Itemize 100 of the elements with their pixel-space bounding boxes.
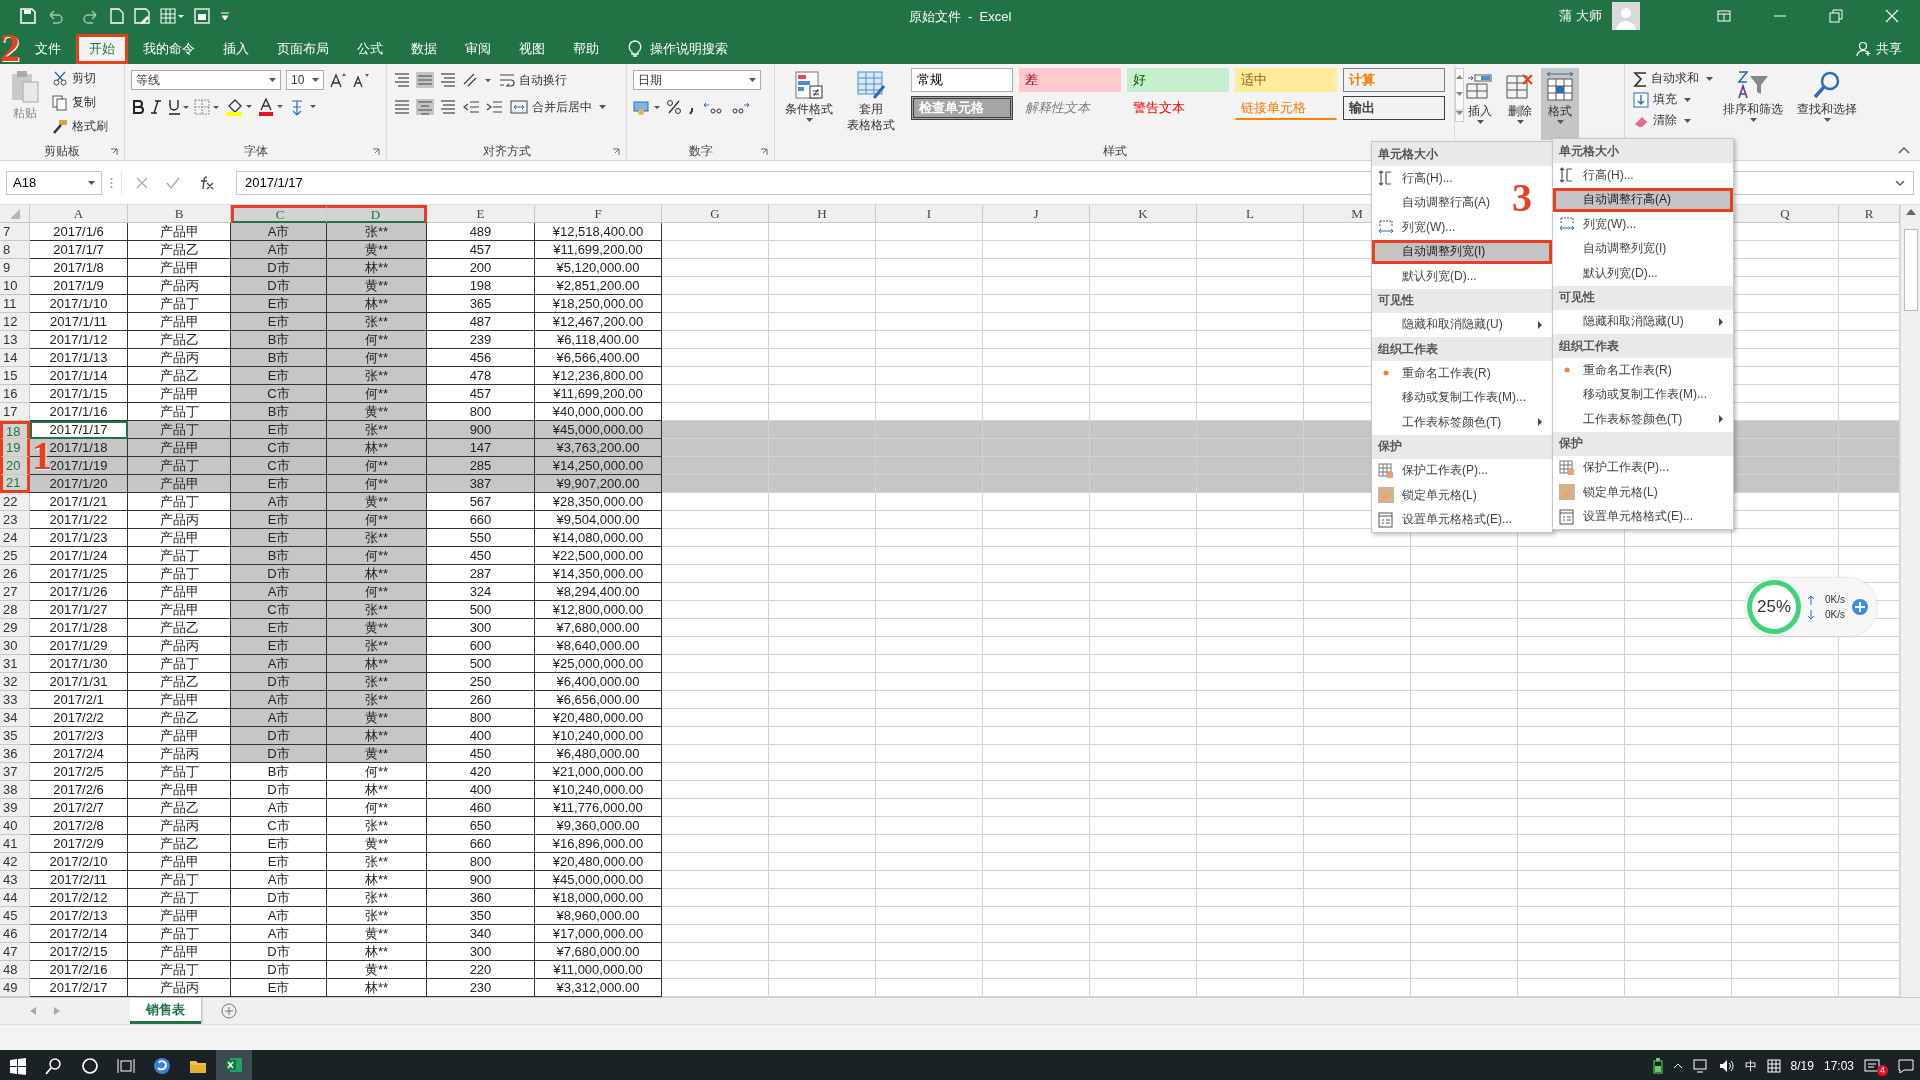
autosum-button[interactable]: 自动求和 [1631, 68, 1701, 89]
cell-style[interactable]: 输出 [1343, 96, 1445, 120]
row-header[interactable]: 29 [0, 619, 30, 637]
dialog-launcher-icon[interactable] [760, 148, 768, 156]
row-header[interactable]: 25 [0, 547, 30, 565]
row-header[interactable]: 33 [0, 691, 30, 709]
row-header[interactable]: 26 [0, 565, 30, 583]
menu-item[interactable]: 自动调整列宽(I) [1372, 239, 1552, 264]
excel-icon[interactable] [225, 1056, 243, 1074]
underline-icon[interactable] [167, 99, 189, 115]
expand-gallery-icon[interactable] [1456, 108, 1463, 115]
column-header[interactable]: L [1197, 205, 1304, 223]
conditional-formatting-button[interactable]: 条件格式 [781, 68, 837, 142]
avatar-icon[interactable] [1612, 1, 1640, 30]
decrease-indent-icon[interactable] [462, 99, 480, 115]
add-icon[interactable] [1851, 598, 1869, 616]
format-as-table-button[interactable]: 套用 表格格式 [843, 68, 899, 142]
row-header[interactable]: 12 [0, 313, 30, 331]
scroll-up-icon[interactable] [1905, 209, 1916, 215]
row-header[interactable]: 21 [0, 475, 30, 493]
collapse-ribbon-icon[interactable] [1898, 146, 1910, 154]
new-file-icon[interactable] [110, 7, 124, 24]
row-header[interactable]: 48 [0, 961, 30, 979]
menu-item[interactable]: 保护工作表(P)... [1553, 455, 1677, 480]
menu-item[interactable]: 默认列宽(D)... [1553, 261, 1666, 286]
row-header[interactable]: 8 [0, 241, 30, 259]
menu-item[interactable]: 隐藏和取消隐藏(U) [1553, 309, 1733, 334]
ribbon-tab[interactable]: 帮助 [560, 34, 612, 64]
share-button[interactable]: 共享 [1876, 40, 1902, 58]
tell-me-search[interactable]: 操作说明搜索 [650, 40, 728, 58]
menu-item[interactable]: 设置单元格格式(E)... [1553, 504, 1701, 529]
cell-style[interactable]: 常规 [911, 68, 1013, 92]
keyboard-grid-icon[interactable] [1766, 1059, 1781, 1073]
phonetic-guide-icon[interactable] [289, 98, 317, 116]
font-size-field[interactable]: 10 [286, 70, 324, 90]
row-header[interactable]: 27 [0, 583, 30, 601]
menu-item[interactable]: 隐藏和取消隐藏(U) [1372, 312, 1552, 337]
row-header[interactable]: 22 [0, 493, 30, 511]
user-name[interactable]: 蒲 大师 [1559, 6, 1602, 25]
caret-up-icon[interactable] [1672, 1063, 1683, 1069]
menu-item[interactable]: 自动调整行高(A) [1553, 187, 1733, 212]
number-format-field[interactable]: 日期 [633, 70, 761, 90]
menu-item[interactable]: 列宽(W)... [1553, 212, 1645, 237]
row-header[interactable]: 49 [0, 979, 30, 997]
menu-item[interactable]: 保护工作表(P)... [1372, 458, 1496, 483]
orientation-icon[interactable] [462, 72, 492, 88]
cell-style[interactable]: 好 [1127, 68, 1229, 92]
align-right-icon[interactable] [439, 99, 457, 115]
menu-item[interactable]: 设置单元格格式(E)... [1372, 507, 1520, 532]
row-header[interactable]: 44 [0, 889, 30, 907]
column-header[interactable]: D [327, 205, 427, 223]
merge-center-button[interactable]: 合并后居中 [508, 96, 594, 118]
row-header[interactable]: 16 [0, 385, 30, 403]
italic-icon[interactable] [150, 100, 162, 114]
cut-button[interactable]: 剪切 [50, 68, 110, 89]
windows-logo-icon[interactable] [9, 1057, 27, 1075]
row-header[interactable]: 30 [0, 637, 30, 655]
column-header[interactable]: Q [1732, 205, 1839, 223]
layout-icon[interactable] [194, 7, 210, 24]
menu-item[interactable]: 移动或复制工作表(M)... [1553, 382, 1715, 407]
fill-button[interactable]: 填充 [1631, 89, 1679, 110]
row-header[interactable]: 24 [0, 529, 30, 547]
ribbon-tab[interactable]: 审阅 [452, 34, 504, 64]
percent-icon[interactable] [666, 99, 682, 115]
column-header[interactable]: J [983, 205, 1090, 223]
align-left-icon[interactable] [393, 99, 411, 115]
column-header[interactable]: B [128, 205, 231, 223]
row-header[interactable]: 39 [0, 799, 30, 817]
ribbon-display-icon[interactable] [1717, 8, 1731, 23]
row-header[interactable]: 45 [0, 907, 30, 925]
dialog-launcher-icon[interactable] [612, 148, 620, 156]
task-view-icon[interactable] [117, 1057, 135, 1075]
row-header[interactable]: 43 [0, 871, 30, 889]
menu-item[interactable]: 移动或复制工作表(M)... [1372, 385, 1534, 410]
clock-time[interactable]: 17:03 [1823, 1059, 1854, 1073]
row-header[interactable]: 28 [0, 601, 30, 619]
ribbon-tab[interactable]: 插入 [210, 34, 262, 64]
sort-filter-button[interactable]: 排序和筛选 [1719, 68, 1787, 142]
row-header[interactable]: 9 [0, 259, 30, 277]
close-icon[interactable] [1885, 8, 1899, 23]
ribbon-tab[interactable]: 我的命令 [130, 34, 208, 64]
clock-date[interactable]: 8/19 [1790, 1059, 1814, 1073]
dialog-launcher-icon[interactable] [372, 148, 380, 156]
fill-color-icon[interactable] [225, 98, 253, 116]
row-header[interactable]: 40 [0, 817, 30, 835]
row-header[interactable]: 41 [0, 835, 30, 853]
menu-item[interactable]: 锁定单元格(L) [1372, 483, 1485, 508]
customize-icon[interactable] [220, 10, 230, 21]
row-header[interactable]: 17 [0, 403, 30, 421]
battery-icon[interactable] [1652, 1058, 1663, 1074]
menu-item[interactable]: 自动调整列宽(I) [1553, 236, 1675, 261]
row-header[interactable]: 10 [0, 277, 30, 295]
name-box[interactable]: A18 [6, 170, 102, 195]
row-header[interactable]: 20 [0, 457, 30, 475]
cell-style[interactable]: 适中 [1235, 68, 1337, 92]
row-header[interactable]: 31 [0, 655, 30, 673]
cells-button[interactable]: 格式 [1541, 68, 1579, 140]
notification-icon[interactable] [1864, 1058, 1880, 1074]
column-header[interactable]: C [231, 205, 327, 223]
row-header[interactable]: 35 [0, 727, 30, 745]
